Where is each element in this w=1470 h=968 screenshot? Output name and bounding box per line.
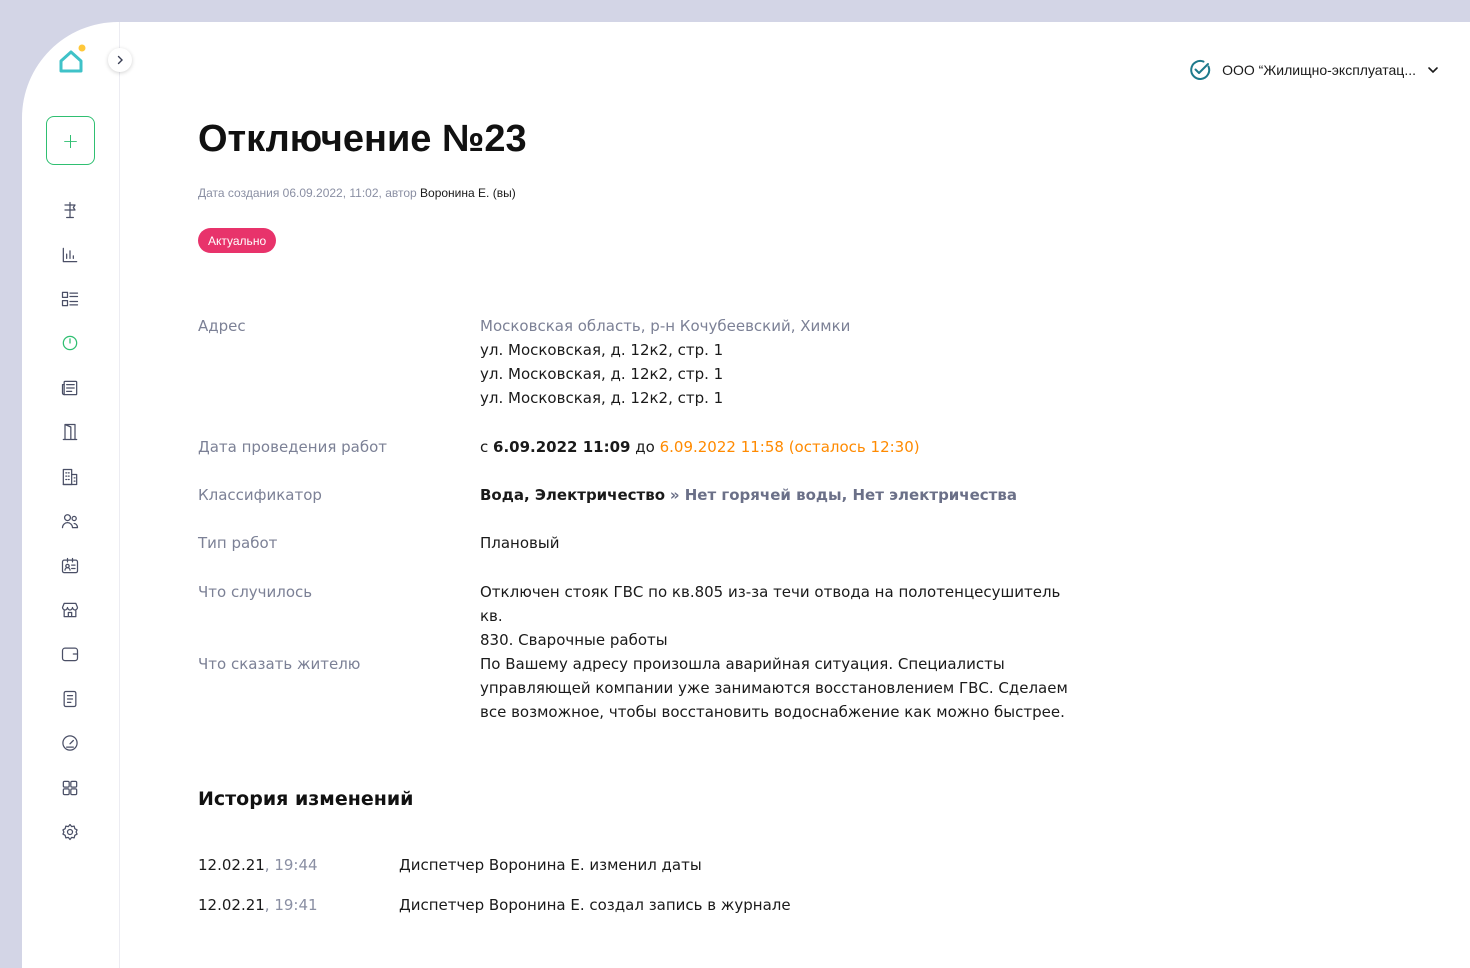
history-text: Диспетчер Воронина Е. создал запись в жу… <box>399 896 791 914</box>
gauge-icon[interactable] <box>58 731 82 755</box>
sidebar: + <box>22 22 120 968</box>
classifier-main: Вода, Электричество <box>480 486 666 504</box>
organization-name: ООО “Жилищно-эксплуатац... <box>1222 62 1416 78</box>
signpost-icon[interactable] <box>58 198 82 222</box>
history-date: 12.02.21 <box>198 896 265 914</box>
store-icon[interactable] <box>58 598 82 622</box>
resident-message-value: По Вашему адресу произошла аварийная сит… <box>480 652 1080 724</box>
page-title: Отключение №23 <box>198 118 527 160</box>
address-region: Московская область, р-н Кочубеевский, Хи… <box>480 317 851 335</box>
add-button-label: + <box>62 128 79 153</box>
what-happened-value: Отключен стояк ГВС по кв.805 из-за течи … <box>480 580 1080 652</box>
creation-meta: Дата создания 06.09.2022, 11:02, автор В… <box>198 186 516 200</box>
sidebar-collapse-button[interactable] <box>108 48 132 72</box>
work-dates-label: Дата проведения работ <box>198 438 388 456</box>
app-window: + ООО “Жилищно-эксплуатац... Отключение … <box>22 22 1470 968</box>
classifier-value: Вода, Электричество » Нет горячей воды, … <box>480 483 1080 507</box>
add-button[interactable]: + <box>46 116 95 165</box>
resident-message-line: По Вашему адресу произошла аварийная сит… <box>480 655 1005 673</box>
end-date: 6.09.2022 11:58 (осталось 12:30) <box>659 438 920 456</box>
address-value: Московская область, р-н Кочубеевский, Хи… <box>480 314 1080 410</box>
history-time: , 19:41 <box>264 896 318 914</box>
start-date: 6.09.2022 11:09 <box>493 438 631 456</box>
from-word: с <box>480 438 489 456</box>
what-happened-line: Отключен стояк ГВС по кв.805 из-за течи … <box>480 583 1061 625</box>
resident-message-line: все возможное, чтобы восстановить водосн… <box>480 703 1065 721</box>
history-title: История изменений <box>198 788 414 810</box>
address-line: ул. Московская, д. 12к2, стр. 1 <box>480 341 724 359</box>
work-type-value: Плановый <box>480 534 560 552</box>
classifier-sub: » Нет горячей воды, Нет электричества <box>669 486 1017 504</box>
work-dates-value: с 6.09.2022 11:09 до 6.09.2022 11:58 (ос… <box>480 435 1080 459</box>
chevron-right-icon <box>117 55 123 65</box>
meta-prefix: Дата создания 06.09.2022, 11:02, автор <box>198 186 417 200</box>
newspaper-icon[interactable] <box>58 376 82 400</box>
work-type-label: Тип работ <box>198 534 278 552</box>
history-datetime: 12.02.21, 19:44 <box>198 856 318 874</box>
users-icon[interactable] <box>58 509 82 533</box>
document-icon[interactable] <box>58 687 82 711</box>
id-card-icon[interactable] <box>58 554 82 578</box>
meta-author: Воронина Е. (вы) <box>420 186 516 200</box>
address-label: Адрес <box>198 317 246 335</box>
status-badge: Актуально <box>198 228 277 253</box>
what-happened-line: 830. Сварочные работы <box>480 631 668 649</box>
history-date: 12.02.21 <box>198 856 265 874</box>
building-icon[interactable] <box>58 465 82 489</box>
power-icon[interactable] <box>58 331 82 355</box>
settings-icon[interactable] <box>58 820 82 844</box>
organization-selector[interactable]: ООО “Жилищно-эксплуатац... <box>1188 58 1440 82</box>
door-icon[interactable] <box>58 420 82 444</box>
history-datetime: 12.02.21, 19:41 <box>198 896 318 914</box>
bar-chart-icon[interactable] <box>58 243 82 267</box>
address-line: ул. Московская, д. 12к2, стр. 1 <box>480 365 724 383</box>
what-happened-label: Что случилось <box>198 583 313 601</box>
resident-message-label: Что сказать жителю <box>198 655 361 673</box>
wallet-icon[interactable] <box>58 642 82 666</box>
classifier-label: Классификатор <box>198 486 322 504</box>
chevron-down-icon <box>1428 67 1438 74</box>
check-circle-icon <box>1190 60 1211 80</box>
list-grid-icon[interactable] <box>58 287 82 311</box>
resident-message-line: управляющей компании уже занимаются восс… <box>480 679 1068 697</box>
home-logo[interactable] <box>56 44 88 76</box>
apps-grid-icon[interactable] <box>58 776 82 800</box>
history-time: , 19:44 <box>264 856 318 874</box>
to-word: до <box>635 438 655 456</box>
history-text: Диспетчер Воронина Е. изменил даты <box>399 856 702 874</box>
address-line: ул. Московская, д. 12к2, стр. 1 <box>480 389 724 407</box>
